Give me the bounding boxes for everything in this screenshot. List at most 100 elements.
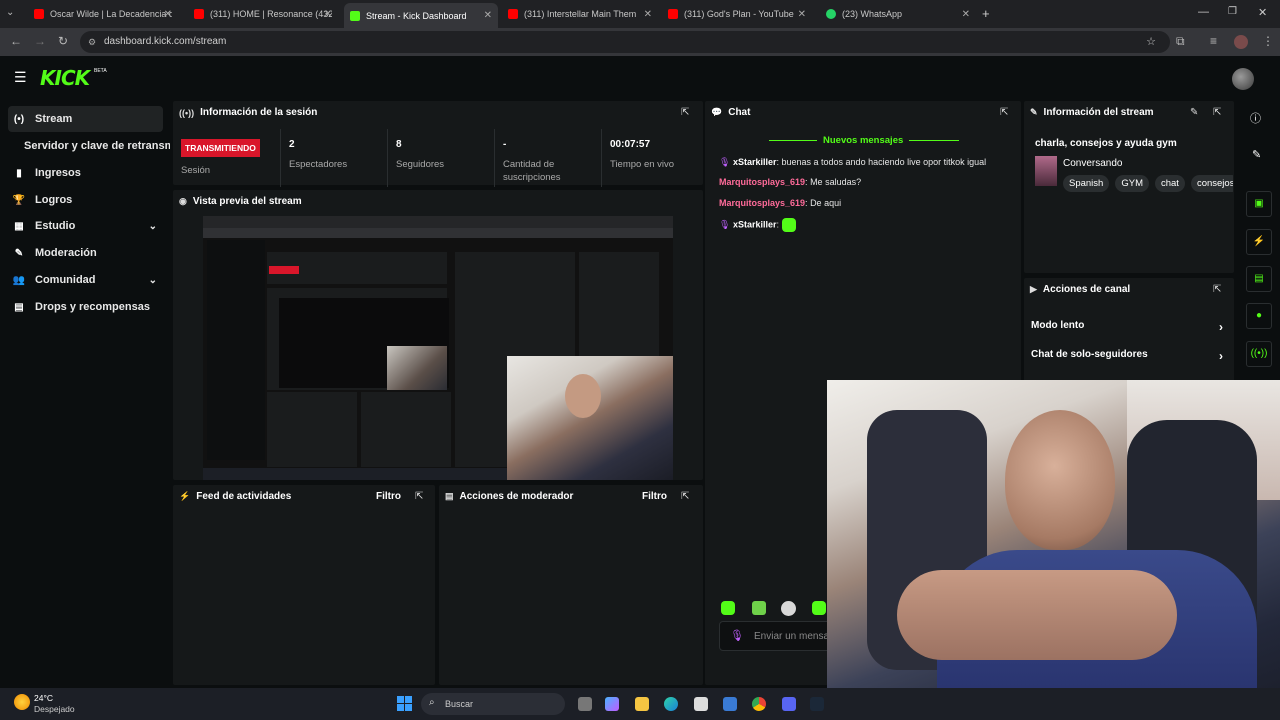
tag-chip[interactable]: Spanish bbox=[1063, 175, 1110, 192]
close-window-icon[interactable]: ✕ bbox=[1258, 6, 1267, 19]
back-icon[interactable]: ← bbox=[10, 34, 22, 48]
new-tab-icon[interactable]: + bbox=[982, 6, 990, 21]
chat-bubble-icon: ● bbox=[1255, 310, 1263, 321]
chevron-down-icon: ⌄ bbox=[148, 220, 157, 232]
close-tab-icon[interactable]: ✕ bbox=[484, 10, 492, 21]
browser-tab-active[interactable]: Stream - Kick Dashboard ✕ bbox=[344, 3, 498, 28]
task-view-icon[interactable] bbox=[578, 697, 592, 711]
browser-tab[interactable]: (23) WhatsApp ✕ bbox=[820, 3, 976, 25]
extensions-icon[interactable]: ⧉ bbox=[1176, 34, 1185, 49]
mic-badge-icon: 🎙 bbox=[719, 219, 731, 230]
lightning-icon: ⚡ bbox=[1252, 236, 1266, 247]
popout-icon[interactable]: ⇱ bbox=[1213, 284, 1221, 295]
stat-followers: 8 Seguidores bbox=[387, 129, 494, 187]
poll-button[interactable]: ▤ bbox=[1246, 266, 1272, 292]
category-name[interactable]: Conversando bbox=[1063, 158, 1122, 169]
sidebar-item-drops[interactable]: ▤ Drops y recompensas bbox=[8, 294, 163, 320]
url-input[interactable]: ⚙ dashboard.kick.com/stream ☆ bbox=[80, 31, 1170, 53]
browser-tab[interactable]: (311) HOME | Resonance (432 H ✕ bbox=[188, 3, 338, 25]
broadcast-icon: ((•)) bbox=[179, 107, 195, 118]
minimize-icon[interactable]: — bbox=[1198, 6, 1209, 18]
slow-mode-row[interactable]: Modo lento › bbox=[1031, 320, 1231, 334]
copilot-icon[interactable] bbox=[605, 697, 619, 711]
tag-chip[interactable]: chat bbox=[1154, 175, 1185, 192]
stream-preview-video[interactable] bbox=[203, 216, 673, 480]
youtube-icon bbox=[668, 9, 678, 19]
edit-icon[interactable]: ✎ bbox=[1190, 107, 1198, 118]
emote-icon[interactable] bbox=[721, 601, 735, 615]
file-explorer-icon[interactable] bbox=[635, 697, 649, 711]
site-info-icon[interactable]: ⚙ bbox=[88, 31, 96, 53]
chrome-icon[interactable] bbox=[752, 697, 766, 711]
channel-icon: ▶ bbox=[1030, 284, 1037, 294]
sidebar-item-estudio[interactable]: ▦ Estudio ⌄ bbox=[8, 213, 163, 239]
chevron-right-icon: › bbox=[1219, 349, 1223, 363]
close-tab-icon[interactable]: ✕ bbox=[644, 9, 652, 20]
forward-icon[interactable]: → bbox=[34, 34, 46, 48]
kick-icon bbox=[350, 10, 360, 21]
sidebar-item-logros[interactable]: 🏆 Logros bbox=[8, 187, 163, 213]
document-icon: ▤ bbox=[445, 491, 454, 501]
profile-avatar[interactable] bbox=[1234, 35, 1248, 49]
webcam-overlay[interactable] bbox=[827, 380, 1280, 720]
activity-filter-button[interactable]: Filtro bbox=[376, 491, 401, 502]
info-icon[interactable]: ⓘ bbox=[1250, 110, 1261, 126]
kick-logo[interactable]: KICK bbox=[40, 66, 90, 90]
hamburger-menu-icon[interactable]: ☰ bbox=[14, 69, 27, 86]
raid-button[interactable]: ⚡ bbox=[1246, 229, 1272, 255]
emote-icon[interactable] bbox=[781, 601, 796, 616]
popout-icon[interactable]: ⇱ bbox=[415, 491, 423, 502]
tag-chip[interactable]: GYM bbox=[1115, 175, 1149, 192]
windows-start-icon[interactable] bbox=[397, 696, 412, 711]
gift-icon: ▤ bbox=[14, 301, 24, 313]
close-tab-icon[interactable]: ✕ bbox=[962, 9, 970, 20]
broadcast-button[interactable]: ((•)) bbox=[1246, 341, 1272, 367]
webcam-face bbox=[1005, 410, 1115, 550]
browser-tab[interactable]: Oscar Wilde | La Decadencia de ✕ bbox=[28, 3, 178, 25]
sidebar-item-comunidad[interactable]: 👥 Comunidad ⌄ bbox=[8, 267, 163, 293]
mod-filter-button[interactable]: Filtro bbox=[642, 491, 667, 502]
bookmark-star-icon[interactable]: ☆ bbox=[1146, 31, 1156, 53]
clip-button[interactable]: ▣ bbox=[1246, 191, 1272, 217]
media-control-icon[interactable]: ≡ bbox=[1210, 34, 1217, 48]
popout-icon[interactable]: ⇱ bbox=[681, 107, 689, 118]
address-bar-row: ← → ↻ ⚙ dashboard.kick.com/stream ☆ ⧉ ≡ … bbox=[0, 28, 1280, 56]
edit-layout-icon[interactable]: ✎ bbox=[1252, 148, 1261, 161]
weather-icon[interactable] bbox=[14, 694, 30, 710]
close-tab-icon[interactable]: ✕ bbox=[164, 9, 172, 20]
followers-only-row[interactable]: Chat de solo-seguidores › bbox=[1031, 349, 1231, 363]
popout-icon[interactable]: ⇱ bbox=[1000, 107, 1008, 118]
close-tab-icon[interactable]: ✕ bbox=[324, 9, 332, 20]
emote-icon[interactable] bbox=[752, 601, 766, 615]
sidebar-item-server-key[interactable]: Servidor y clave de retransmisión bbox=[20, 133, 170, 159]
mod-actions-header: ▤ Acciones de moderador bbox=[445, 491, 574, 502]
mail-icon[interactable] bbox=[723, 697, 737, 711]
discord-icon[interactable] bbox=[782, 697, 796, 711]
chat-settings-button[interactable]: ● bbox=[1246, 303, 1272, 329]
maximize-icon[interactable]: ❐ bbox=[1228, 6, 1237, 17]
popout-icon[interactable]: ⇱ bbox=[1213, 107, 1221, 118]
browser-tab-bar: ⌄ Oscar Wilde | La Decadencia de ✕ (311)… bbox=[0, 0, 1280, 28]
youtube-icon bbox=[508, 9, 518, 19]
search-icon: ⌕ bbox=[429, 697, 435, 708]
browser-tab[interactable]: (311) Interstellar Main Them ✕ bbox=[502, 3, 658, 25]
browser-tab[interactable]: (311) God's Plan - YouTube ✕ bbox=[662, 3, 812, 25]
reload-icon[interactable]: ↻ bbox=[58, 34, 68, 48]
sidebar-item-stream[interactable]: (•) Stream bbox=[8, 106, 163, 132]
tag-chip[interactable]: consejos bbox=[1190, 175, 1233, 192]
weather-temp: 24°C bbox=[34, 693, 53, 703]
store-icon[interactable] bbox=[694, 697, 708, 711]
taskbar-search[interactable]: ⌕ Buscar bbox=[421, 693, 565, 715]
browser-menu-icon[interactable]: ⋮ bbox=[1262, 34, 1274, 48]
sidebar-item-moderacion[interactable]: ✎ Moderación bbox=[8, 240, 163, 266]
preview-browser-chrome bbox=[203, 216, 673, 228]
sidebar-item-ingresos[interactable]: ▮ Ingresos bbox=[8, 160, 163, 186]
steam-icon[interactable] bbox=[810, 697, 824, 711]
popout-icon[interactable]: ⇱ bbox=[681, 491, 689, 502]
activity-feed-header: ⚡ Feed de actividades bbox=[179, 491, 292, 502]
user-avatar[interactable] bbox=[1232, 68, 1254, 90]
tab-list-icon[interactable]: ⌄ bbox=[6, 7, 14, 18]
emote-icon[interactable] bbox=[812, 601, 826, 615]
edge-icon[interactable] bbox=[664, 697, 678, 711]
close-tab-icon[interactable]: ✕ bbox=[798, 9, 806, 20]
